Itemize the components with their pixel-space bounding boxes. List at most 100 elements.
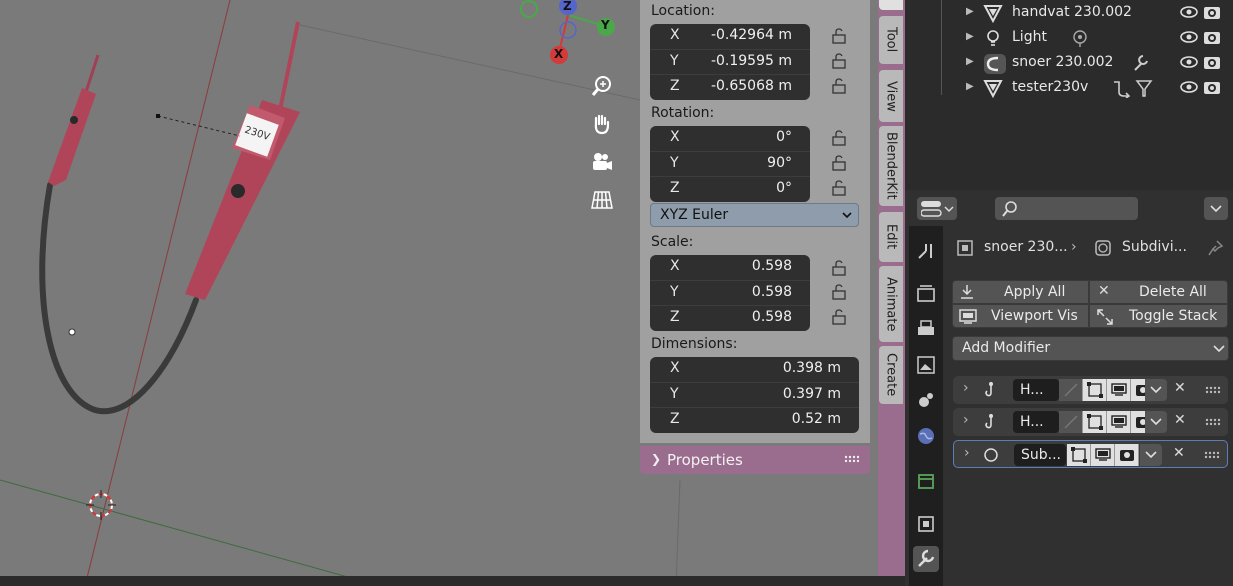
- scale-x-field[interactable]: X 0.598: [650, 255, 810, 280]
- modifier-name-field[interactable]: Sub...: [1014, 444, 1066, 466]
- edit-mode-icon[interactable]: [1083, 411, 1107, 433]
- expand-triangle-icon[interactable]: ▶: [966, 31, 974, 42]
- lock-icon[interactable]: [830, 180, 848, 196]
- collection-properties-tab[interactable]: [913, 468, 939, 494]
- eye-icon[interactable]: [1180, 79, 1198, 95]
- eye-icon[interactable]: [1180, 54, 1198, 70]
- lock-icon[interactable]: [830, 155, 848, 171]
- delete-all-button[interactable]: ✕ Delete All: [1089, 280, 1228, 304]
- modifier-name-field[interactable]: H...: [1013, 379, 1059, 401]
- location-x-field[interactable]: X -0.42964 m: [650, 24, 810, 49]
- render-camera-icon[interactable]: [1203, 79, 1221, 95]
- outliner-item[interactable]: ▶ tester230v: [905, 76, 1233, 100]
- chevron-right-icon[interactable]: ›: [964, 445, 970, 461]
- eye-icon[interactable]: [1180, 29, 1198, 45]
- lock-icon[interactable]: [830, 53, 848, 69]
- drag-grip-icon[interactable]: [1205, 386, 1221, 394]
- search-input[interactable]: [995, 197, 1138, 220]
- modifier-options-dropdown[interactable]: [1145, 379, 1167, 401]
- tab-tool[interactable]: Tool: [879, 16, 903, 64]
- outliner-item[interactable]: ▶ snoer 230.002: [905, 51, 1233, 75]
- rotation-x-field[interactable]: X 0°: [650, 126, 810, 151]
- expand-triangle-icon[interactable]: ▶: [966, 6, 974, 17]
- pin-icon[interactable]: [1206, 239, 1224, 257]
- outliner-item[interactable]: ▶ Light: [905, 26, 1233, 50]
- render-camera-icon[interactable]: [1203, 4, 1221, 20]
- location-z-field[interactable]: Z -0.65068 m: [650, 74, 810, 100]
- lock-icon[interactable]: [830, 28, 848, 44]
- render-properties-tab[interactable]: [913, 281, 939, 307]
- close-icon[interactable]: ✕: [1174, 380, 1186, 396]
- chevron-right-icon[interactable]: ›: [963, 380, 969, 396]
- lock-icon[interactable]: [830, 78, 848, 94]
- close-icon[interactable]: ✕: [1173, 445, 1185, 461]
- dimensions-x-field[interactable]: X 0.398 m: [650, 357, 859, 382]
- modifier-options-dropdown[interactable]: [1140, 444, 1162, 466]
- rotation-mode-dropdown[interactable]: XYZ Euler: [650, 203, 859, 227]
- add-modifier-dropdown[interactable]: Add Modifier: [952, 336, 1229, 361]
- expand-triangle-icon[interactable]: ▶: [966, 81, 974, 92]
- zoom-icon[interactable]: [588, 72, 616, 100]
- edit-cage-icon[interactable]: [1059, 411, 1083, 433]
- output-properties-tab[interactable]: [913, 316, 939, 342]
- tab-animate[interactable]: Animate: [879, 266, 903, 342]
- scene-properties-tab[interactable]: [913, 387, 939, 413]
- scale-z-field[interactable]: Z 0.598: [650, 305, 810, 331]
- lock-icon[interactable]: [830, 309, 848, 325]
- mesh-icon: [983, 80, 1003, 98]
- render-camera-icon[interactable]: [1115, 444, 1139, 466]
- eye-icon[interactable]: [1180, 4, 1198, 20]
- lock-icon[interactable]: [830, 284, 848, 300]
- render-camera-icon[interactable]: [1203, 54, 1221, 70]
- options-dropdown[interactable]: [1204, 197, 1228, 220]
- expand-triangle-icon[interactable]: ▶: [966, 56, 974, 67]
- scale-y-field[interactable]: Y 0.598: [650, 279, 810, 306]
- camera-icon[interactable]: [588, 148, 616, 176]
- chevron-right-icon[interactable]: ›: [963, 412, 969, 428]
- tab-edit[interactable]: Edit: [879, 212, 903, 262]
- edit-mode-icon[interactable]: [1067, 444, 1091, 466]
- rotation-z-field[interactable]: Z 0°: [650, 176, 810, 202]
- dimensions-y-field[interactable]: Y 0.397 m: [650, 381, 859, 408]
- location-y-field[interactable]: Y -0.19595 m: [650, 48, 810, 75]
- monitor-icon[interactable]: [1107, 379, 1131, 401]
- apply-all-button[interactable]: Apply All: [952, 280, 1089, 304]
- modifier-name-field[interactable]: H...: [1013, 411, 1059, 433]
- grid-ortho-icon[interactable]: [588, 186, 616, 214]
- monitor-icon[interactable]: [1091, 444, 1115, 466]
- tab-blenderkit[interactable]: BlenderKit: [879, 126, 903, 206]
- tool-properties-tab[interactable]: [913, 238, 939, 264]
- wrench-icon[interactable]: [1131, 53, 1151, 73]
- rotation-y-field[interactable]: Y 90°: [650, 150, 810, 177]
- render-camera-icon[interactable]: [1203, 29, 1221, 45]
- dimensions-z-field[interactable]: Z 0.52 m: [650, 407, 859, 433]
- properties-panel-header[interactable]: ❯ Properties: [640, 446, 870, 474]
- scale-label: Scale:: [651, 234, 694, 250]
- editor-type-dropdown[interactable]: [917, 197, 957, 220]
- drag-grip-icon[interactable]: [844, 455, 860, 465]
- world-properties-tab[interactable]: [913, 423, 939, 449]
- tab-create[interactable]: Create: [879, 346, 903, 404]
- modifier-panel-subdivision[interactable]: › Sub... ✕: [953, 440, 1228, 468]
- modifier-panel-hook-2[interactable]: › H... ✕: [953, 408, 1228, 436]
- hand-pan-icon[interactable]: [588, 110, 616, 138]
- drag-grip-icon[interactable]: [1205, 418, 1221, 426]
- toggle-stack-button[interactable]: Toggle Stack: [1089, 304, 1228, 328]
- view-layer-properties-tab[interactable]: [913, 352, 939, 378]
- outliner-item[interactable]: ▶ handvat 230.002: [905, 1, 1233, 25]
- lock-icon[interactable]: [830, 260, 848, 276]
- tab-active-partial[interactable]: [879, 0, 903, 10]
- viewport-vis-button[interactable]: Viewport Vis: [952, 304, 1089, 328]
- modifier-options-dropdown[interactable]: [1145, 411, 1167, 433]
- close-icon[interactable]: ✕: [1174, 412, 1186, 428]
- modifier-panel-hook-1[interactable]: › H... ✕: [953, 376, 1228, 404]
- edit-cage-icon[interactable]: [1059, 379, 1083, 401]
- lock-icon[interactable]: [830, 130, 848, 146]
- modifier-properties-tab[interactable]: [913, 546, 939, 572]
- monitor-icon[interactable]: [1107, 411, 1131, 433]
- drag-grip-icon[interactable]: [1204, 451, 1220, 459]
- edit-mode-icon[interactable]: [1083, 379, 1107, 401]
- object-properties-tab[interactable]: [913, 511, 939, 537]
- tab-view[interactable]: View: [879, 70, 903, 122]
- tester-body: [185, 21, 300, 300]
